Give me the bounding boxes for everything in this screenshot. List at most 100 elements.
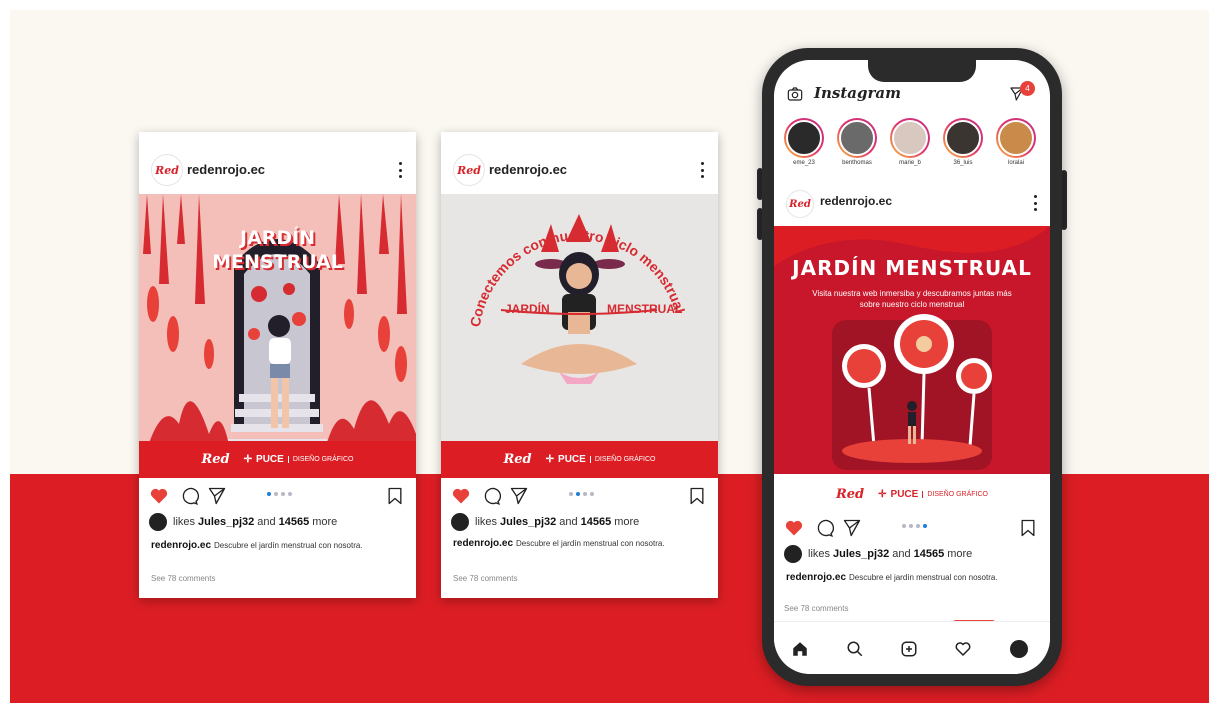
story-name: eme_23 <box>793 160 815 166</box>
more-options-icon[interactable] <box>695 162 709 178</box>
cross-icon: ✛ <box>545 454 555 465</box>
puce-text: PUCE <box>890 488 919 500</box>
post-caption: redenrojo.ec Descubre el jardín menstrual… <box>453 538 665 549</box>
activity-heart-icon[interactable] <box>954 640 972 658</box>
camera-icon[interactable] <box>787 86 803 102</box>
likes-and: and <box>559 516 578 528</box>
like-heart-icon[interactable] <box>784 518 804 538</box>
comment-icon[interactable] <box>179 486 199 506</box>
instagram-logo: Instagram <box>814 84 901 102</box>
story-item[interactable]: eme_23 <box>782 118 826 166</box>
post-username[interactable]: redenrojo.ec <box>489 162 567 177</box>
puce-logo: ✛ PUCE DISEÑO GRÁFICO <box>546 454 656 465</box>
likes-prefix: likes <box>173 516 196 528</box>
search-icon[interactable] <box>846 640 864 658</box>
likes-and: and <box>892 548 911 560</box>
art-right-word: MENSTRUAL <box>607 302 683 316</box>
likes-user[interactable]: Jules_pj32 <box>198 516 254 528</box>
story-name: 36_luis <box>953 160 973 166</box>
share-icon[interactable] <box>207 486 227 506</box>
puce-logo: ✛ PUCE DISEÑO GRÁFICO <box>878 489 988 500</box>
art-subtitle: Visita nuestra web inmersiba y descubram… <box>812 289 1012 309</box>
profile-avatar[interactable]: Red <box>786 190 814 218</box>
view-comments-link[interactable]: See 78 comments <box>151 574 215 583</box>
likes-suffix: more <box>312 516 338 528</box>
profile-icon[interactable] <box>1010 640 1028 658</box>
red-en-rojo-logo: Red <box>201 452 230 467</box>
carousel-dots <box>902 524 927 528</box>
post-username[interactable]: redenrojo.ec <box>187 162 265 177</box>
red-en-rojo-logo: Red <box>503 452 532 467</box>
likes-user[interactable]: Jules_pj32 <box>833 548 889 560</box>
more-options-icon[interactable] <box>393 162 407 178</box>
likes-suffix: more <box>614 516 640 528</box>
story-name: loralai <box>1007 160 1024 166</box>
caption-username[interactable]: redenrojo.ec <box>786 572 846 583</box>
cross-icon: ✛ <box>243 454 253 465</box>
likes-count[interactable]: 14565 <box>914 548 945 560</box>
post-image[interactable]: Conectemos con nuestro ciclo menstrual J… <box>441 194 718 478</box>
profile-avatar[interactable]: Red <box>453 154 485 186</box>
post-header: Red redenrojo.ec <box>441 132 718 194</box>
puce-text: PUCE <box>256 454 284 465</box>
brand-strip: Red ✛ PUCE DISEÑO GRÁFICO <box>139 441 416 478</box>
bookmark-icon[interactable] <box>385 486 405 506</box>
story-item[interactable]: marie_b <box>888 118 932 166</box>
liker-avatar <box>451 513 469 531</box>
brand-strip: Red ✛ PUCE DISEÑO GRÁFICO <box>774 474 1050 514</box>
view-comments-link[interactable]: See 78 comments <box>784 604 848 613</box>
post-header: Red redenrojo.ec <box>139 132 416 194</box>
likes-suffix: more <box>947 548 973 560</box>
story-name: marie_b <box>899 160 921 166</box>
art-left-word: JARDÍN <box>505 302 550 316</box>
meditation-illustration: Conectemos con nuestro ciclo menstrual <box>441 194 718 478</box>
add-post-icon[interactable] <box>900 640 918 658</box>
phone-mockup: Instagram 4 eme_23 benthomas marie_b 36_… <box>762 48 1062 686</box>
diseno-grafico-text: DISEÑO GRÁFICO <box>922 490 988 498</box>
phone-screen: Instagram 4 eme_23 benthomas marie_b 36_… <box>774 60 1050 674</box>
bookmark-icon[interactable] <box>687 486 707 506</box>
carousel-dots <box>267 492 292 496</box>
like-heart-icon[interactable] <box>149 486 169 506</box>
cross-icon: ✛ <box>878 488 887 500</box>
likes-row: likes Jules_pj32 and 14565 more <box>451 512 639 532</box>
story-item[interactable]: 36_luis <box>941 118 985 166</box>
likes-row: likes Jules_pj32 and 14565 more <box>784 544 972 564</box>
diseno-grafico-text: DISEÑO GRÁFICO <box>589 456 656 463</box>
likes-prefix: likes <box>475 516 498 528</box>
post-username[interactable]: redenrojo.ec <box>820 194 892 208</box>
liker-avatar <box>149 513 167 531</box>
post-actions <box>139 484 416 510</box>
puce-logo: ✛ PUCE DISEÑO GRÁFICO <box>244 454 354 465</box>
caption-username[interactable]: redenrojo.ec <box>151 540 211 551</box>
profile-avatar[interactable]: Red <box>151 154 183 186</box>
story-name: benthomas <box>842 160 872 166</box>
diseno-grafico-text: DISEÑO GRÁFICO <box>287 456 354 463</box>
bottom-nav-bar <box>774 621 1050 674</box>
more-options-icon[interactable] <box>1028 195 1042 211</box>
caption-username[interactable]: redenrojo.ec <box>453 538 513 549</box>
likes-count[interactable]: 14565 <box>581 516 612 528</box>
likes-prefix: likes <box>808 548 831 560</box>
home-icon[interactable] <box>791 640 809 658</box>
post-image[interactable]: JARDÍN MENSTRUAL Red ✛ PUCE DISEÑO GRÁFI… <box>139 194 416 478</box>
share-icon[interactable] <box>842 518 862 538</box>
story-item[interactable]: benthomas <box>835 118 879 166</box>
share-icon[interactable] <box>509 486 529 506</box>
caption-text: Descubre el jardín menstrual con nosotra… <box>214 541 363 550</box>
likes-count[interactable]: 14565 <box>279 516 310 528</box>
likes-user[interactable]: Jules_pj32 <box>500 516 556 528</box>
post-image[interactable]: JARDÍN MENSTRUAL Visita nuestra web inme… <box>774 226 1050 474</box>
puce-text: PUCE <box>558 454 586 465</box>
caption-text: Descubre el jardín menstrual con nosotra… <box>849 573 998 582</box>
comment-icon[interactable] <box>814 518 834 538</box>
post-caption: redenrojo.ec Descubre el jardín menstrual… <box>786 572 998 583</box>
story-item[interactable]: loralai <box>994 118 1038 166</box>
like-heart-icon[interactable] <box>451 486 471 506</box>
carousel-dots <box>569 492 594 496</box>
bookmark-icon[interactable] <box>1018 518 1038 538</box>
view-comments-link[interactable]: See 78 comments <box>453 574 517 583</box>
post-actions <box>441 484 718 510</box>
likes-row: likes Jules_pj32 and 14565 more <box>149 512 337 532</box>
comment-icon[interactable] <box>481 486 501 506</box>
